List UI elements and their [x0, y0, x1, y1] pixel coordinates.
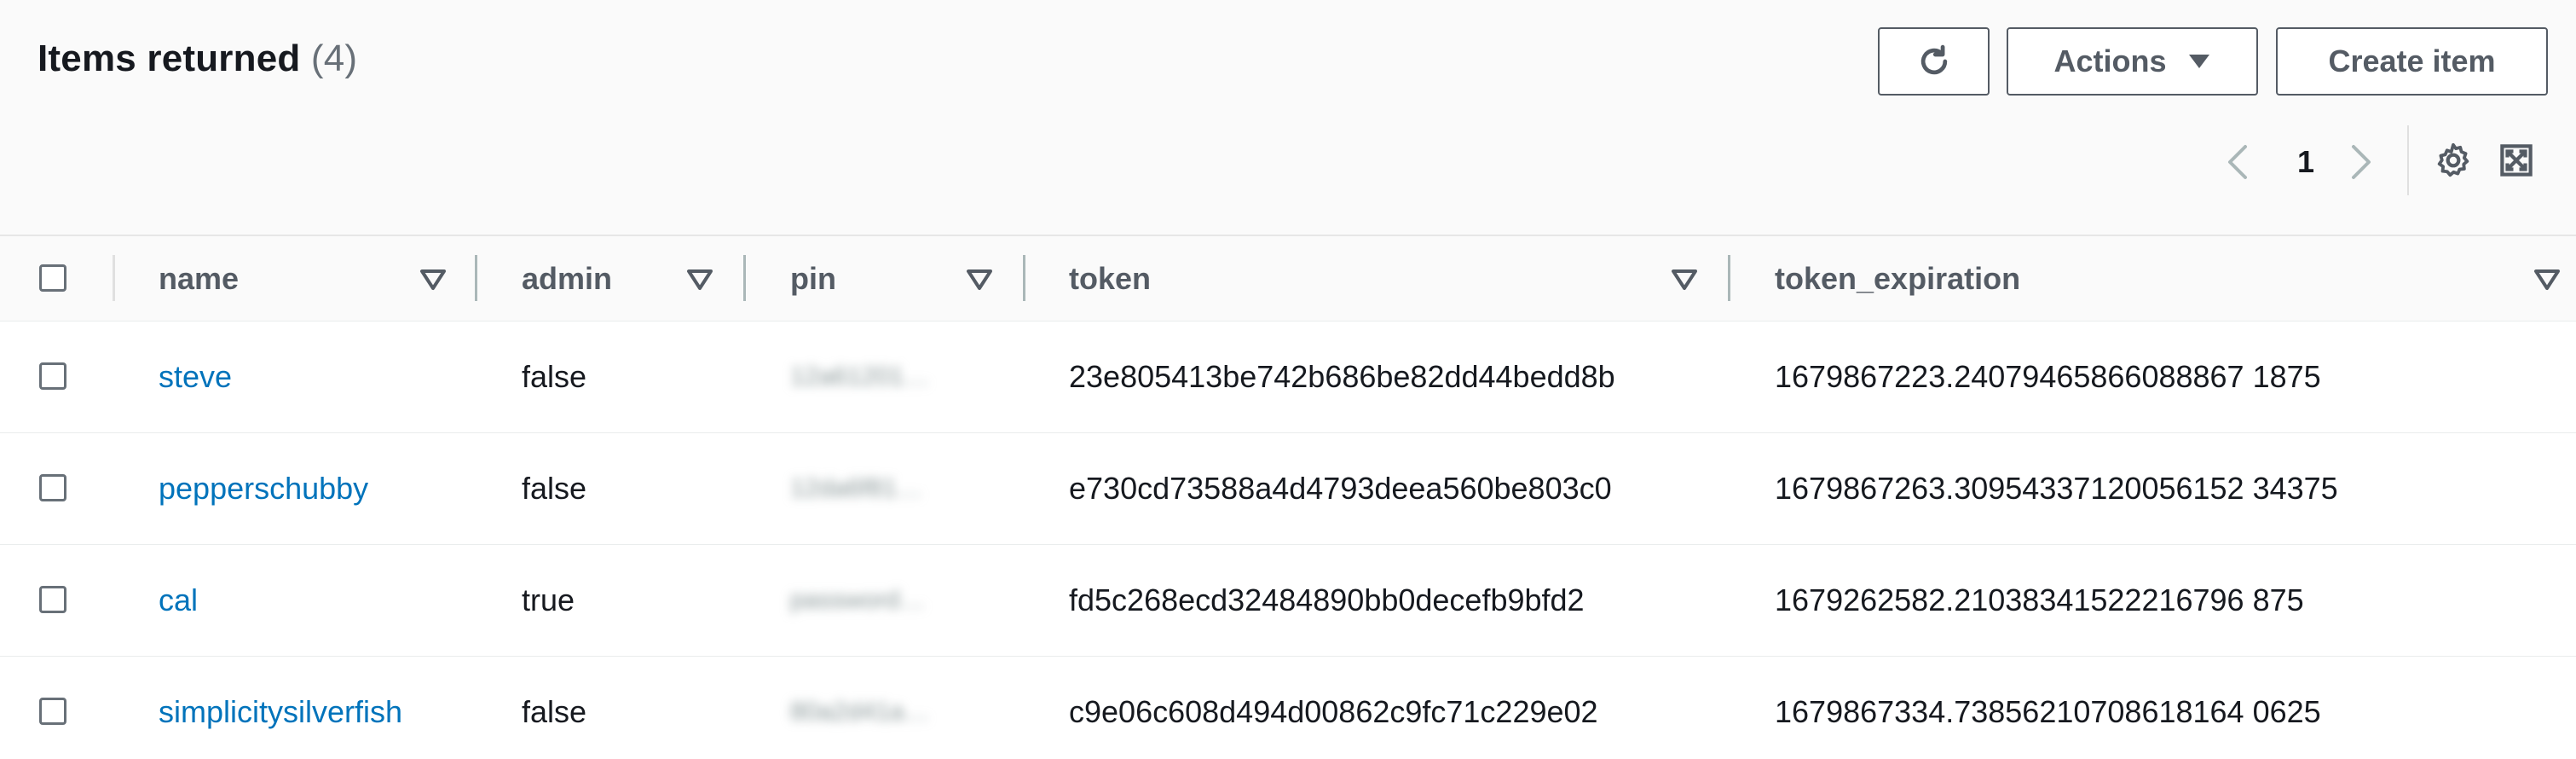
token-value: fd5c268ecd32484890bb0decefb9bfd2 [1069, 582, 1585, 617]
refresh-button[interactable] [1878, 27, 1990, 96]
previous-page-button[interactable] [2225, 136, 2259, 188]
refresh-icon [1920, 44, 1947, 75]
table-row[interactable]: pepperschubby false 12da6f81… e730cd7358… [0, 433, 2576, 546]
caret-down-icon [2188, 55, 2209, 68]
token-expiration-value: 1679867334.73856210708618164 0625 [1775, 694, 2321, 729]
token-value: 23e805413be742b686be82dd44bedd8b [1069, 359, 1615, 394]
sort-triangle-icon[interactable] [964, 264, 995, 294]
items-panel: Items returned (4) Actions Create item 1 [0, 0, 2576, 759]
row-checkbox[interactable] [39, 474, 66, 501]
row-checkbox[interactable] [39, 362, 66, 390]
page-title: Items returned (4) [38, 38, 357, 80]
create-item-button[interactable]: Create item [2276, 27, 2548, 96]
panel-header: Items returned (4) Actions Create item 1 [0, 0, 2576, 236]
column-divider[interactable] [1023, 255, 1025, 301]
table-row[interactable]: cal true password… fd5c268ecd32484890bb0… [0, 545, 2576, 658]
item-name-link[interactable]: cal [159, 545, 198, 656]
item-name-link[interactable]: steve [159, 322, 232, 432]
table-header: name admin pin token token_expiration [0, 236, 2576, 322]
actions-dropdown-button[interactable]: Actions [2007, 27, 2258, 96]
title-text: Items returned [38, 38, 301, 79]
column-header-token[interactable]: token [1069, 236, 1151, 321]
row-checkbox[interactable] [39, 586, 66, 613]
next-page-button[interactable] [2348, 136, 2383, 188]
actions-label: Actions [2053, 43, 2167, 78]
column-divider[interactable] [1728, 255, 1730, 301]
preferences-button[interactable] [2433, 140, 2474, 181]
column-header-admin[interactable]: admin [522, 236, 612, 321]
column-header-pin[interactable]: pin [790, 236, 836, 321]
expand-icon [2500, 144, 2533, 177]
row-checkbox[interactable] [39, 698, 66, 725]
table-row[interactable]: simplicitysilverfish false 80a2d41a… c9e… [0, 657, 2576, 759]
gear-icon [2437, 142, 2469, 177]
current-page-number[interactable]: 1 [2293, 136, 2319, 188]
pin-value-redacted: 12da6f81… [790, 474, 923, 502]
column-divider [113, 255, 115, 301]
column-header-token-expiration[interactable]: token_expiration [1775, 236, 2020, 321]
pager-divider [2407, 125, 2409, 195]
sort-triangle-icon[interactable] [684, 264, 715, 294]
token-value: c9e06c608d494d00862c9fc71c229e02 [1069, 694, 1598, 729]
item-name-link[interactable]: pepperschubby [159, 433, 368, 544]
pin-value-redacted: password… [790, 586, 926, 614]
column-divider[interactable] [743, 255, 746, 301]
sort-triangle-icon[interactable] [418, 264, 448, 294]
token-value: e730cd73588a4d4793deea560be803c0 [1069, 471, 1612, 506]
token-expiration-value: 1679867263.30954337120056152 34375 [1775, 471, 2338, 506]
column-header-name[interactable]: name [159, 236, 239, 321]
token-expiration-value: 1679262582.21038341522216796 875 [1775, 582, 2304, 617]
item-count: (4) [310, 38, 358, 79]
sort-triangle-icon[interactable] [2532, 264, 2562, 294]
table-row[interactable]: steve false 12a61201… 23e805413be742b686… [0, 322, 2576, 434]
chevron-left-icon [2228, 145, 2247, 179]
sort-triangle-icon[interactable] [1669, 264, 1700, 294]
token-expiration-value: 1679867223.24079465866088867 1875 [1775, 359, 2321, 394]
select-all-checkbox[interactable] [39, 264, 66, 292]
pin-value-redacted: 80a2d41a… [790, 698, 930, 726]
fullscreen-button[interactable] [2496, 140, 2537, 181]
admin-value: true [522, 582, 575, 617]
pin-value-redacted: 12a61201… [790, 362, 930, 391]
column-divider[interactable] [475, 255, 477, 301]
admin-value: false [522, 694, 587, 729]
admin-value: false [522, 471, 587, 506]
chevron-right-icon [2352, 145, 2371, 179]
admin-value: false [522, 359, 587, 394]
item-name-link[interactable]: simplicitysilverfish [159, 657, 402, 759]
